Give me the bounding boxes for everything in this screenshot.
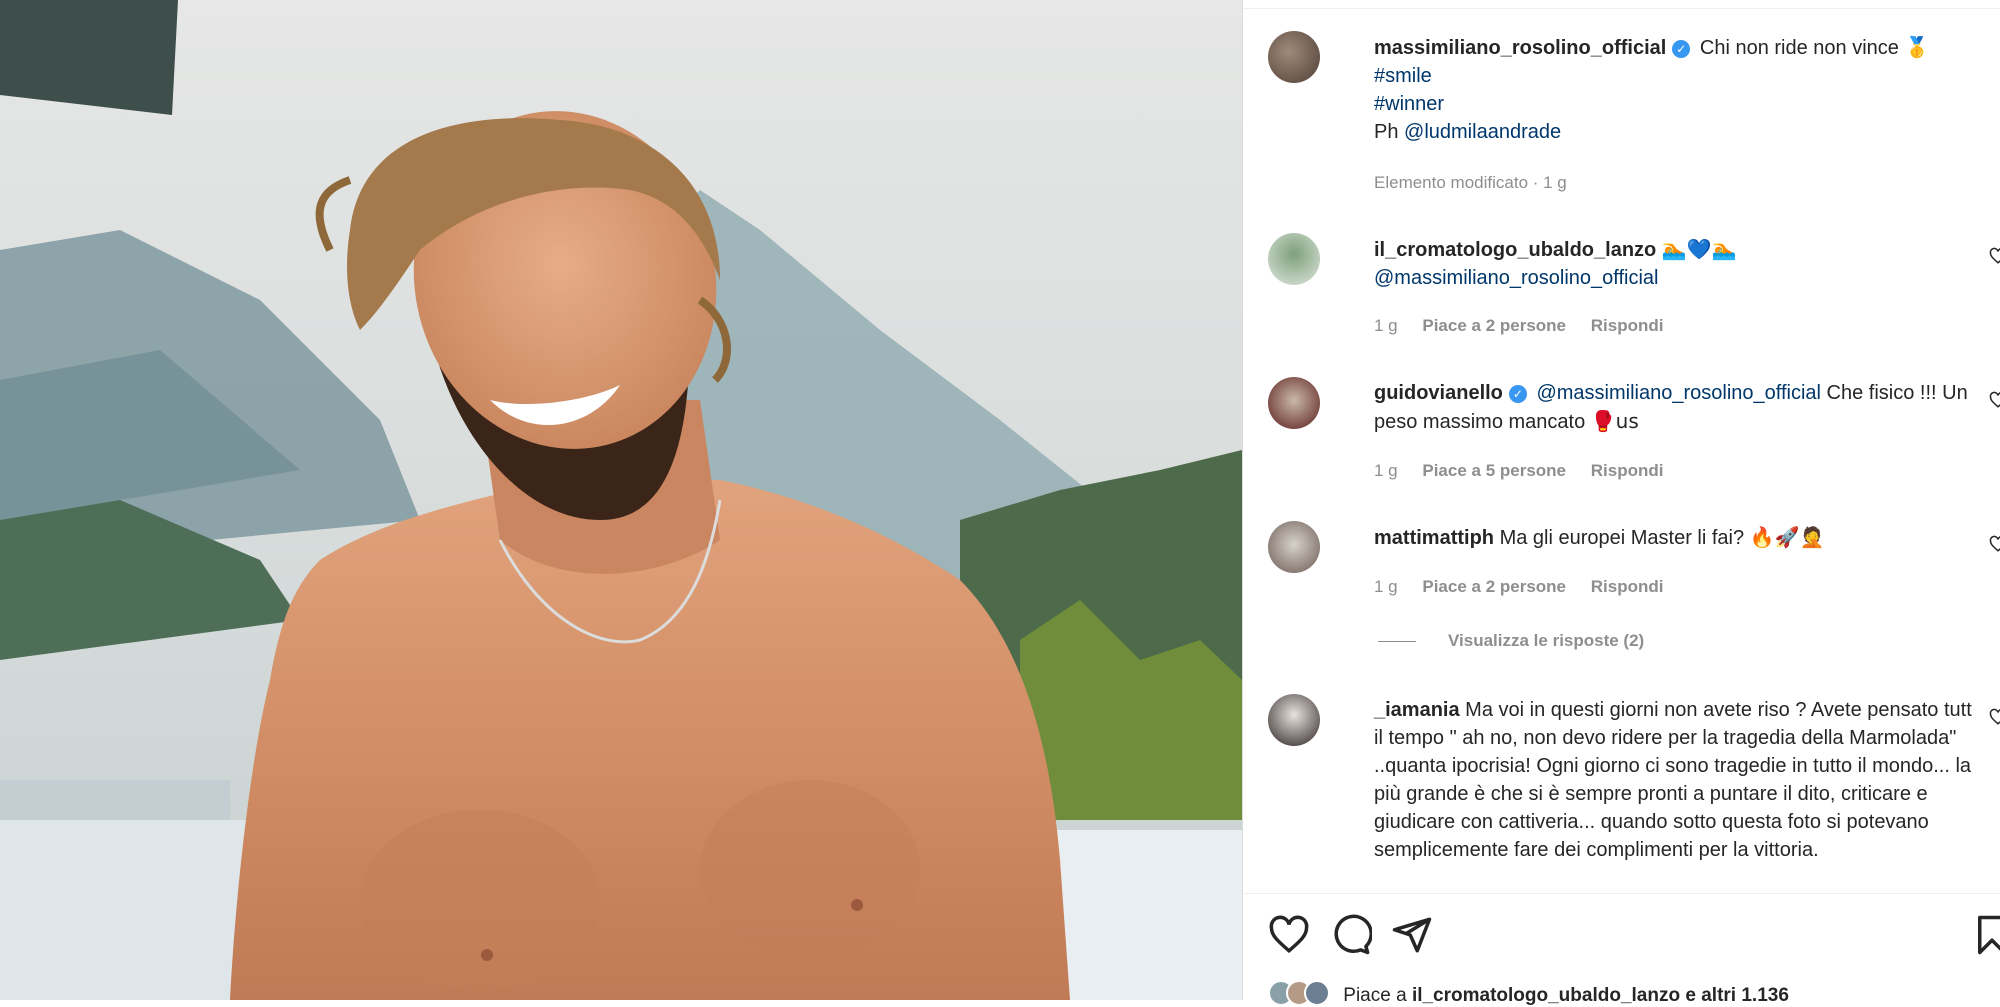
comment-text: Ma voi in questi giorni non avete riso ?… [1374,699,1972,861]
comment-username[interactable]: guidovianello [1374,382,1503,404]
hashtag-winner[interactable]: #winner [1374,90,1984,118]
like-comment-icon[interactable] [1989,535,2000,553]
save-icon[interactable] [1971,914,2000,956]
photo-credit-mention[interactable]: @ludmilaandrade [1404,121,1561,143]
caption-text: Chi non ride non vince [1699,37,1899,59]
caption-emoji: 🥇 [1904,35,1930,59]
comment-emoji: 🏊💙🏊 [1661,237,1737,261]
likes-user[interactable]: il_cromatologo_ubaldo_lanzo [1412,985,1680,1006]
comment-likes[interactable]: Piace a 2 persone [1422,316,1566,335]
like-comment-icon[interactable] [1989,247,2000,265]
like-icon[interactable] [1268,914,1310,956]
comment-icon[interactable] [1330,914,1372,956]
post-photo[interactable] [0,0,1242,1000]
comment-emoji: 🥊us [1590,409,1639,433]
photo-credit-prefix: Ph [1374,121,1399,143]
divider [1243,8,2000,9]
likes-summary: Piace a il_cromatologo_ubaldo_lanzo e al… [1268,980,1789,1007]
verified-badge-icon: ✓ [1672,40,1691,58]
hashtag-smile[interactable]: #smile [1374,62,1984,90]
comment-username[interactable]: mattimattiph [1374,527,1494,549]
avatar[interactable] [1268,694,1320,746]
edited-label: Elemento modificato · 1 g [1374,173,1567,192]
like-comment-icon[interactable] [1989,391,2000,409]
reply-button[interactable]: Rispondi [1591,461,1664,480]
view-replies-button[interactable]: Visualizza le risposte (2) [1378,631,1644,651]
comment-text: Ma gli europei Master li fai? [1499,527,1745,549]
likes-prefix: Piace a [1343,985,1407,1006]
comment-likes[interactable]: Piace a 2 persone [1422,577,1566,596]
comment-mention[interactable]: @massimiliano_rosolino_official [1374,267,1659,289]
post-photo-illustration [0,0,1242,1000]
avatar[interactable] [1268,521,1320,573]
comment-emoji: 🔥🚀🤦 [1749,525,1825,549]
comment-time: 1 g [1374,461,1398,480]
comment-likes[interactable]: Piace a 5 persone [1422,461,1566,480]
comments-panel: massimiliano_rosolino_official ✓ Chi non … [1242,0,2000,1006]
caption-author[interactable]: massimiliano_rosolino_official [1374,37,1666,59]
share-icon[interactable] [1391,914,1433,956]
reply-button[interactable]: Rispondi [1591,316,1664,335]
avatar[interactable] [1268,377,1320,429]
view-replies-label: Visualizza le risposte (2) [1448,631,1645,650]
comment-username[interactable]: _iamania [1374,699,1460,721]
comment-time: 1 g [1374,577,1398,596]
comments-list[interactable]: massimiliano_rosolino_official ✓ Chi non … [1243,0,2000,893]
comment-username[interactable]: il_cromatologo_ubaldo_lanzo [1374,239,1656,261]
likes-others[interactable]: e altri 1.136 [1685,985,1789,1006]
reply-button[interactable]: Rispondi [1591,577,1664,596]
avatar[interactable] [1268,31,1320,83]
comment-time: 1 g [1374,316,1398,335]
like-comment-icon[interactable] [1989,708,2000,726]
comment-mention[interactable]: @massimiliano_rosolino_official [1536,382,1821,404]
verified-badge-icon: ✓ [1508,385,1527,403]
avatar [1304,980,1330,1006]
avatar[interactable] [1268,233,1320,285]
divider [1378,641,1416,643]
